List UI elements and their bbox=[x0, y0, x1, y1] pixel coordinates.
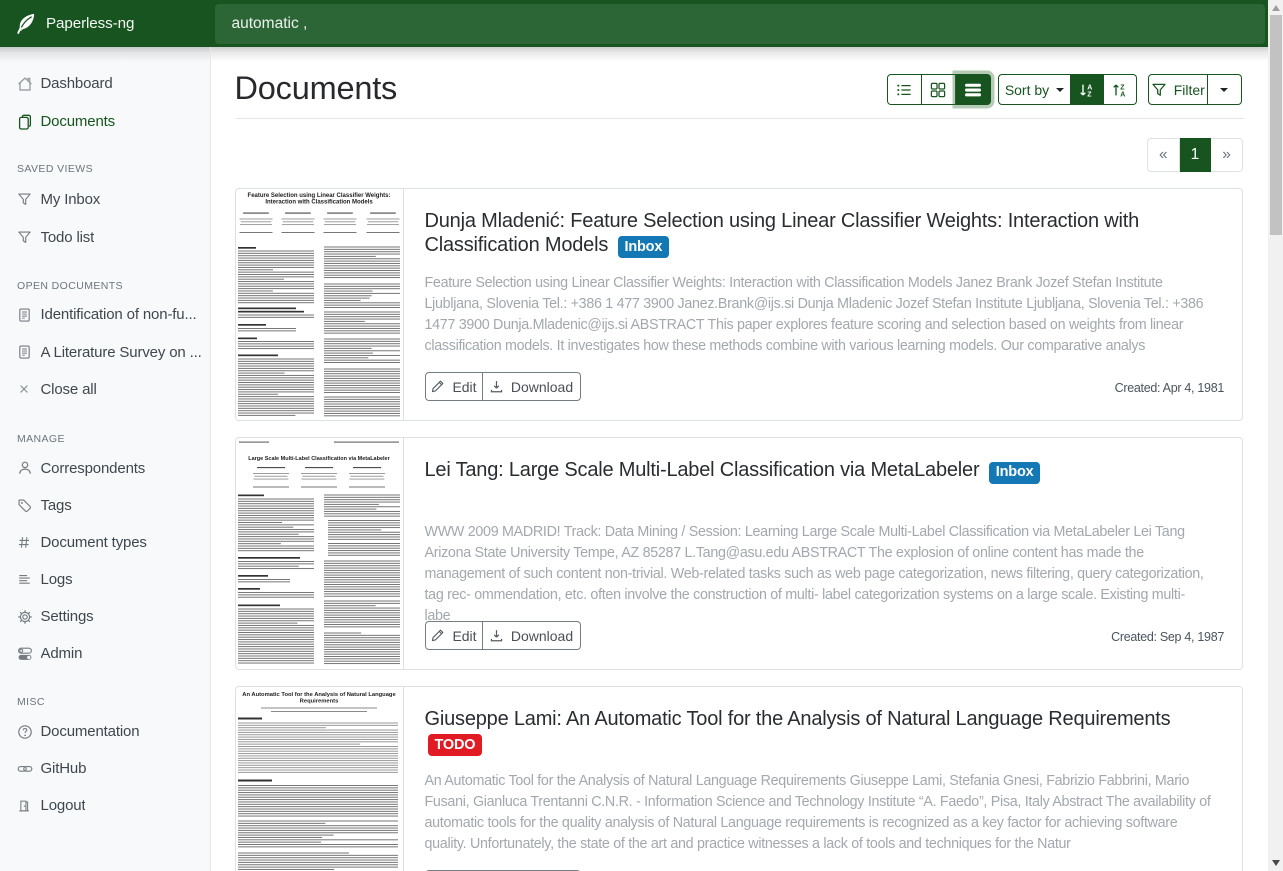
svg-text:A: A bbox=[1120, 91, 1125, 97]
svg-text:Interaction with Classificatio: Interaction with Classification Models bbox=[265, 200, 373, 206]
svg-text:Feature Selection using Linear: Feature Selection using Linear Classifie… bbox=[247, 193, 390, 199]
svg-text:An Automatic Tool for the Anal: An Automatic Tool for the Analysis of Na… bbox=[242, 692, 396, 698]
svg-text:A: A bbox=[1087, 84, 1092, 91]
svg-text:Z: Z bbox=[1120, 84, 1125, 91]
svg-text:Requirements: Requirements bbox=[299, 699, 338, 705]
svg-text:Large Scale Multi-Label Classi: Large Scale Multi-Label Classification v… bbox=[248, 456, 390, 462]
svg-text:Z: Z bbox=[1087, 91, 1092, 97]
